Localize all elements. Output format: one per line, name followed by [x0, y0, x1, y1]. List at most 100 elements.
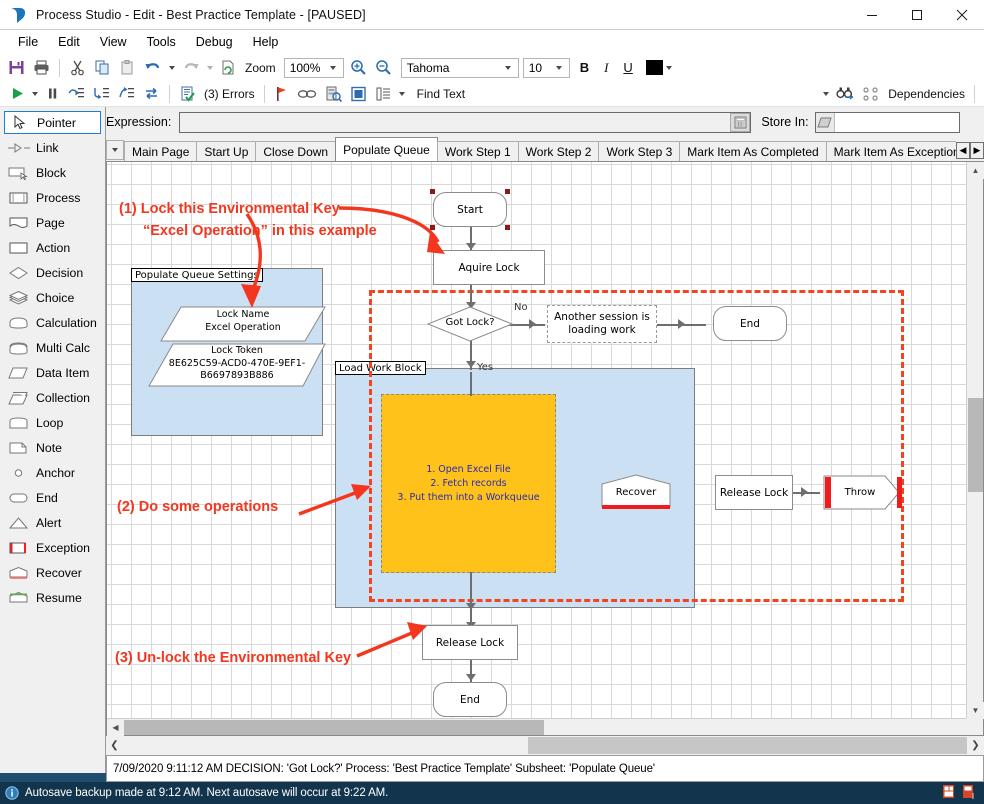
node-another-session-note[interactable]: Another session is loading work [547, 305, 657, 343]
cut-icon[interactable] [66, 57, 89, 79]
redo-icon[interactable] [179, 57, 203, 79]
tab-work-step-1[interactable]: Work Step 1 [437, 141, 519, 161]
find-dropdown-icon[interactable] [823, 92, 829, 96]
grid-icon[interactable] [347, 83, 370, 105]
tool-anchor[interactable]: Anchor [0, 460, 105, 485]
font-size-combo[interactable]: 10 [523, 58, 570, 78]
store-in-input[interactable] [815, 112, 960, 133]
font-name-combo[interactable]: Tahoma [401, 58, 519, 78]
tool-page[interactable]: Page [0, 210, 105, 235]
menu-tools[interactable]: Tools [137, 32, 186, 52]
log-scrollbar[interactable]: ❮ ❯ [106, 736, 984, 755]
undo-icon[interactable] [141, 57, 165, 79]
tool-alert[interactable]: Alert [0, 510, 105, 535]
canvas-horizontal-scrollbar[interactable]: ◀ [107, 718, 967, 735]
tab-scroll-right-button[interactable]: ▶ [970, 142, 984, 159]
italic-button[interactable]: I [597, 57, 615, 79]
tool-process[interactable]: Process [0, 185, 105, 210]
menu-debug[interactable]: Debug [186, 32, 243, 52]
tab-start-up[interactable]: Start Up [196, 141, 256, 161]
tab-scroll-left-button[interactable]: ◀ [956, 142, 970, 159]
dependencies-icon[interactable] [859, 83, 883, 105]
font-color-button[interactable] [643, 57, 678, 79]
layout-icon[interactable] [372, 83, 395, 105]
tab-work-step-3[interactable]: Work Step 3 [598, 141, 680, 161]
tool-action[interactable]: Action [0, 235, 105, 260]
node-end-bottom[interactable]: End [433, 682, 507, 717]
expression-input[interactable] [179, 112, 751, 133]
tab-mark-item-as-exception[interactable]: Mark Item As Exception [826, 141, 956, 161]
tool-calculation[interactable]: Calculation [0, 310, 105, 335]
scroll-up-button[interactable]: ▲ [967, 162, 984, 179]
node-got-lock-decision[interactable]: Got Lock? [427, 306, 513, 342]
dependencies-label[interactable]: Dependencies [885, 83, 968, 105]
layout-dropdown-icon[interactable] [399, 92, 405, 96]
vertical-scroll-thumb[interactable] [968, 398, 983, 492]
tool-end[interactable]: End [0, 485, 105, 510]
binoculars-icon[interactable] [833, 83, 857, 105]
maximize-button[interactable] [894, 0, 939, 30]
inspect-icon[interactable] [322, 83, 345, 105]
redo-dropdown-icon[interactable] [207, 66, 213, 70]
data-item-lock-token[interactable]: Lock Token 8E625C59-ACD0-470E-9EF1- B669… [147, 342, 327, 388]
menu-file[interactable]: File [8, 32, 48, 52]
log-scroll-track[interactable] [123, 737, 967, 754]
underline-button[interactable]: U [617, 57, 638, 79]
bold-button[interactable]: B [574, 57, 595, 79]
node-release-lock-middle[interactable]: Release Lock [715, 475, 793, 510]
chevron-down-icon[interactable] [326, 66, 340, 70]
log-scroll-right-button[interactable]: ❯ [967, 737, 984, 754]
menu-help[interactable]: Help [243, 32, 289, 52]
log-scroll-left-button[interactable]: ❮ [106, 737, 123, 754]
calculator-icon[interactable] [730, 113, 750, 132]
chevron-down-icon[interactable] [552, 66, 566, 70]
scroll-down-button[interactable]: ▼ [967, 702, 984, 719]
run-dropdown-icon[interactable] [32, 92, 38, 96]
tab-mark-item-as-completed[interactable]: Mark Item As Completed [679, 141, 826, 161]
node-recover[interactable]: Recover [601, 474, 671, 510]
tool-choice[interactable]: Choice [0, 285, 105, 310]
menu-edit[interactable]: Edit [48, 32, 90, 52]
canvas-vertical-scrollbar[interactable]: ▲ ▼ [966, 162, 983, 719]
tool-pointer[interactable]: Pointer [0, 110, 105, 135]
menu-view[interactable]: View [90, 32, 137, 52]
errors-count-label[interactable]: (3) Errors [201, 83, 258, 105]
step-out-icon[interactable] [115, 83, 138, 105]
db-icon-2[interactable] [962, 784, 976, 802]
minimize-button[interactable] [849, 0, 894, 30]
tab-work-step-2[interactable]: Work Step 2 [518, 141, 600, 161]
print-icon[interactable] [30, 57, 53, 79]
tab-close-down[interactable]: Close Down [255, 141, 336, 161]
zoom-out-icon[interactable] [372, 57, 395, 79]
validate-icon[interactable] [176, 83, 199, 105]
tab-main-page[interactable]: Main Page [124, 141, 197, 161]
save-icon[interactable] [5, 57, 28, 79]
zoom-in-icon[interactable] [347, 57, 370, 79]
tool-collection[interactable]: Collection [0, 385, 105, 410]
scroll-left-button[interactable]: ◀ [107, 719, 124, 736]
step-in-icon[interactable] [90, 83, 113, 105]
tool-data-item[interactable]: Data Item [0, 360, 105, 385]
paste-icon[interactable] [116, 57, 139, 79]
tool-decision[interactable]: Decision [0, 260, 105, 285]
zoom-combo[interactable]: 100% [284, 58, 344, 78]
breakpoint-flag-icon[interactable] [271, 83, 292, 105]
process-diagram-canvas[interactable]: Populate Queue Settings Lock Name Excel … [107, 162, 967, 719]
tab-populate-queue[interactable]: Populate Queue [335, 137, 438, 161]
tool-block[interactable]: Block [0, 160, 105, 185]
tool-recover[interactable]: Recover [0, 560, 105, 585]
tool-resume[interactable]: Resume [0, 585, 105, 610]
tool-note[interactable]: Note [0, 435, 105, 460]
reset-loop-icon[interactable] [140, 83, 163, 105]
chevron-down-icon[interactable] [501, 66, 515, 70]
tool-loop[interactable]: Loop [0, 410, 105, 435]
node-throw[interactable]: Throw [823, 475, 903, 510]
refresh-page-icon[interactable] [217, 57, 240, 79]
tab-dropdown-button[interactable] [106, 140, 124, 160]
tool-multi-calc[interactable]: Multi Calc [0, 335, 105, 360]
node-release-lock-bottom[interactable]: Release Lock [422, 625, 518, 660]
db-icon[interactable] [942, 784, 956, 802]
chain-link-icon[interactable] [294, 83, 320, 105]
selection-handle[interactable] [505, 225, 510, 230]
horizontal-scroll-thumb[interactable] [124, 720, 544, 735]
